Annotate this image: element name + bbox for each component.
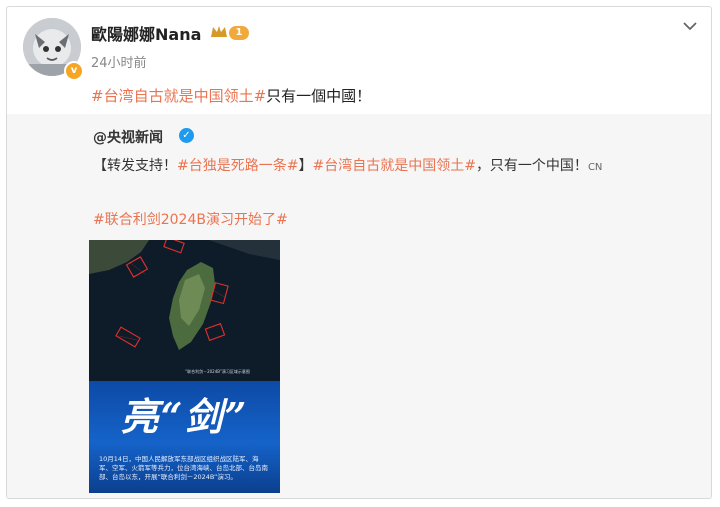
poster-text: 10月14日，中国人民解放军东部战区组织战区陆军、海军、空军、火箭军等兵力，位台…	[99, 455, 268, 481]
verified-blue-icon: ✓	[179, 128, 194, 143]
repost-hashtag-line: #联合利剑2024B演习开始了#	[93, 209, 288, 229]
cn-label: CN	[587, 162, 603, 173]
map-caption: “联合利剑－2024B”演习区域示意图	[185, 369, 250, 374]
repost-text: 【转发支持！#台独是死路一条#】#台湾自古就是中国领土#，只有一个中国！CN	[93, 155, 602, 175]
hashtag-link[interactable]: #台湾自古就是中国领土#	[91, 87, 266, 105]
username[interactable]: 歐陽娜娜Nana	[91, 21, 201, 45]
hashtag-link[interactable]: #台湾自古就是中国领土#	[312, 158, 475, 174]
post-text-rest: 只有一個中國！	[266, 87, 372, 105]
post-time[interactable]: 24小时前	[91, 52, 147, 71]
chevron-down-icon[interactable]	[682, 17, 698, 36]
verified-gold-icon: v	[64, 61, 84, 81]
repost-image[interactable]: “联合利剑－2024B”演习区域示意图 亮“剑” 10月14日，中国人民解放军东…	[89, 240, 280, 493]
hashtag-link[interactable]: #台独是死路一条#	[177, 158, 298, 174]
poster-title: 亮“剑”	[120, 394, 249, 439]
crown-icon	[210, 24, 228, 44]
exercise-map	[89, 240, 280, 381]
repost-author[interactable]: @央视新闻	[93, 127, 163, 147]
post-text: #台湾自古就是中国领土#只有一個中國！	[91, 85, 371, 106]
level-badge: 1	[229, 26, 249, 40]
weibo-post-card: v 歐陽娜娜Nana 1 24小时前 #台湾自古就是中国领土#只有一個中國！ @…	[6, 6, 712, 499]
repost-text-tail: ，只有一个中国！	[475, 158, 588, 174]
repost-bracket-open: 【转发支持！	[93, 158, 177, 174]
repost-bracket-close: 】	[298, 158, 313, 174]
hashtag-link[interactable]: #联合利剑2024B演习开始了#	[93, 212, 288, 228]
